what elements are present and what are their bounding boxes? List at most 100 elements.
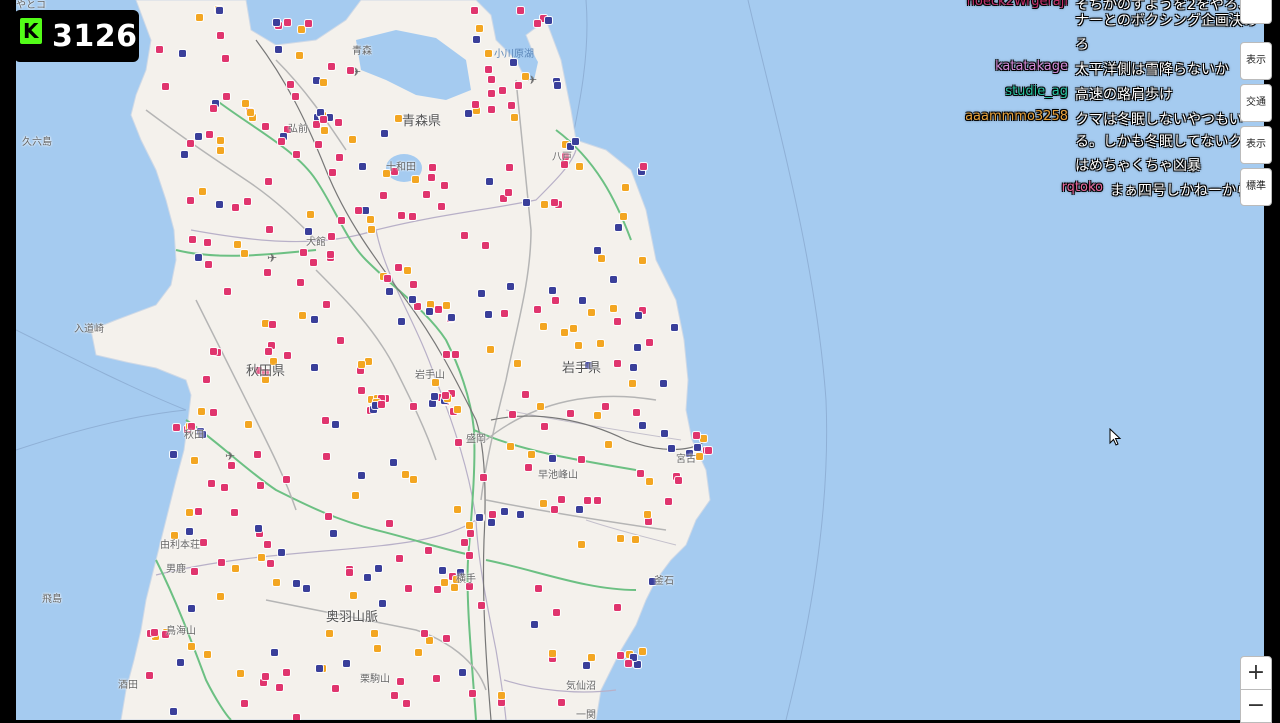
poi-marker[interactable] — [461, 539, 468, 546]
poi-marker[interactable] — [614, 604, 621, 611]
poi-marker[interactable] — [323, 301, 330, 308]
poi-marker[interactable] — [391, 692, 398, 699]
poi-marker[interactable] — [639, 257, 646, 264]
poi-marker[interactable] — [367, 216, 374, 223]
poi-marker[interactable] — [357, 367, 364, 374]
poi-marker[interactable] — [410, 476, 417, 483]
poi-marker[interactable] — [307, 211, 314, 218]
poi-marker[interactable] — [534, 20, 541, 27]
poi-marker[interactable] — [522, 73, 529, 80]
poi-marker[interactable] — [645, 518, 652, 525]
poi-marker[interactable] — [173, 424, 180, 431]
poi-marker[interactable] — [425, 547, 432, 554]
poi-marker[interactable] — [181, 151, 188, 158]
poi-marker[interactable] — [346, 569, 353, 576]
poi-marker[interactable] — [617, 652, 624, 659]
poi-marker[interactable] — [203, 376, 210, 383]
poi-marker[interactable] — [200, 539, 207, 546]
poi-marker[interactable] — [537, 403, 544, 410]
poi-marker[interactable] — [205, 261, 212, 268]
poi-marker[interactable] — [410, 403, 417, 410]
poi-marker[interactable] — [186, 528, 193, 535]
poi-marker[interactable] — [594, 412, 601, 419]
poi-marker[interactable] — [511, 114, 518, 121]
poi-marker[interactable] — [545, 17, 552, 24]
poi-marker[interactable] — [386, 288, 393, 295]
poi-marker[interactable] — [364, 574, 371, 581]
poi-marker[interactable] — [552, 297, 559, 304]
poi-marker[interactable] — [646, 478, 653, 485]
poi-marker[interactable] — [316, 665, 323, 672]
poi-marker[interactable] — [540, 323, 547, 330]
poi-marker[interactable] — [614, 360, 621, 367]
poi-marker[interactable] — [188, 643, 195, 650]
poi-marker[interactable] — [639, 422, 646, 429]
poi-marker[interactable] — [510, 59, 517, 66]
poi-marker[interactable] — [398, 212, 405, 219]
poi-marker[interactable] — [558, 699, 565, 706]
poi-marker[interactable] — [232, 565, 239, 572]
poi-marker[interactable] — [322, 417, 329, 424]
poi-marker[interactable] — [187, 197, 194, 204]
poi-marker[interactable] — [371, 630, 378, 637]
poi-marker[interactable] — [466, 552, 473, 559]
poi-marker[interactable] — [232, 204, 239, 211]
poi-marker[interactable] — [218, 559, 225, 566]
poi-marker[interactable] — [332, 685, 339, 692]
zoom-out-button[interactable]: − — [1240, 689, 1272, 723]
poi-marker[interactable] — [221, 484, 228, 491]
poi-marker[interactable] — [517, 7, 524, 14]
poi-marker[interactable] — [486, 178, 493, 185]
poi-marker[interactable] — [505, 189, 512, 196]
poi-marker[interactable] — [217, 593, 224, 600]
poi-marker[interactable] — [204, 239, 211, 246]
poi-marker[interactable] — [576, 506, 583, 513]
poi-marker[interactable] — [540, 500, 547, 507]
poi-marker[interactable] — [228, 462, 235, 469]
chat-username[interactable]: aaammmo3258 — [965, 109, 1068, 124]
poi-marker[interactable] — [325, 513, 332, 520]
poi-marker[interactable] — [572, 138, 579, 145]
poi-marker[interactable] — [489, 511, 496, 518]
poi-marker[interactable] — [300, 249, 307, 256]
poi-marker[interactable] — [299, 312, 306, 319]
poi-marker[interactable] — [368, 226, 375, 233]
poi-marker[interactable] — [208, 480, 215, 487]
poi-marker[interactable] — [570, 325, 577, 332]
poi-marker[interactable] — [549, 650, 556, 657]
poi-marker[interactable] — [284, 352, 291, 359]
poi-marker[interactable] — [635, 312, 642, 319]
poi-marker[interactable] — [588, 309, 595, 316]
poi-marker[interactable] — [292, 93, 299, 100]
poi-marker[interactable] — [241, 250, 248, 257]
poi-marker[interactable] — [374, 645, 381, 652]
poi-marker[interactable] — [594, 497, 601, 504]
poi-marker[interactable] — [671, 324, 678, 331]
poi-marker[interactable] — [488, 519, 495, 526]
poi-marker[interactable] — [379, 600, 386, 607]
poi-marker[interactable] — [514, 360, 521, 367]
poi-marker[interactable] — [579, 297, 586, 304]
poi-marker[interactable] — [287, 81, 294, 88]
poi-marker[interactable] — [262, 320, 269, 327]
poi-marker[interactable] — [578, 541, 585, 548]
poi-marker[interactable] — [705, 447, 712, 454]
poi-marker[interactable] — [198, 408, 205, 415]
poi-marker[interactable] — [485, 311, 492, 318]
poi-marker[interactable] — [276, 684, 283, 691]
poi-marker[interactable] — [326, 114, 333, 121]
poi-marker[interactable] — [480, 474, 487, 481]
poi-marker[interactable] — [349, 136, 356, 143]
poi-marker[interactable] — [428, 174, 435, 181]
poi-marker[interactable] — [465, 110, 472, 117]
poi-marker[interactable] — [508, 102, 515, 109]
poi-marker[interactable] — [151, 629, 158, 636]
poi-marker[interactable] — [332, 421, 339, 428]
poi-marker[interactable] — [275, 46, 282, 53]
poi-marker[interactable] — [278, 549, 285, 556]
poi-marker[interactable] — [660, 380, 667, 387]
poi-marker[interactable] — [359, 163, 366, 170]
poi-marker[interactable] — [257, 482, 264, 489]
chat-username[interactable]: rqtoko — [1062, 180, 1103, 195]
poi-marker[interactable] — [535, 585, 542, 592]
